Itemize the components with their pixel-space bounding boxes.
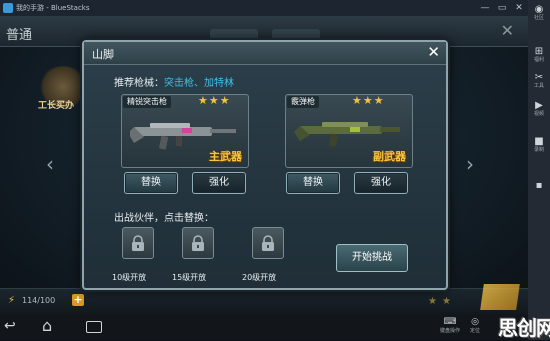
recommended-weapons: 推荐枪械：突击枪、加特林 — [114, 74, 234, 89]
star-icon: ★ — [442, 296, 451, 307]
replace-primary-button[interactable]: 替换 — [124, 172, 178, 194]
close-icon[interactable]: ✕ — [427, 43, 440, 61]
shotgun-icon — [294, 122, 400, 147]
partner-slot[interactable] — [122, 227, 154, 259]
slot-unlock-label: 15级开放 — [172, 273, 207, 282]
lock-icon — [132, 235, 144, 251]
keyboard-control-button[interactable]: ⌨ 键盘操作 — [440, 316, 460, 335]
upgrade-secondary-button[interactable]: 强化 — [354, 172, 408, 194]
secondary-weapon-card[interactable]: 霰弹枪 ★★★ 副武器 — [285, 94, 413, 168]
dialog-title: 山脚 — [92, 48, 114, 61]
tools-icon: ✂ — [534, 72, 544, 83]
primary-weapon-card[interactable]: 精锐突击枪 ★★★ 主武器 — [121, 94, 249, 168]
recents-icon[interactable] — [86, 321, 102, 333]
weapon-stars: ★★★ — [352, 94, 385, 107]
chevron-left-icon[interactable]: ‹ — [46, 152, 54, 176]
weapon-role: 副武器 — [373, 150, 406, 163]
keyboard-icon: ⌨ — [443, 317, 457, 327]
gift-icon: ⊞ — [534, 46, 544, 57]
recommended-label: 推荐枪械： — [114, 78, 164, 89]
right-sidebar: ◉ 社区 ⊞ 福利 ✂ 工具 ▶ 视频 ■ 录制 ▪ — [528, 0, 550, 340]
weapon-name: 霰弹枪 — [287, 96, 319, 108]
partner-slot[interactable] — [252, 227, 284, 259]
bg-page-title: 普通 — [6, 28, 33, 43]
weapon-stars: ★★★ — [198, 94, 231, 107]
mission-dialog: 山脚 ✕ 推荐枪械：突击枪、加特林 精锐突击枪 ★★★ 主武器 霰弹枪 ★★★ — [82, 40, 448, 290]
energy-value: 114/100 — [22, 296, 56, 305]
start-challenge-button[interactable]: 开始挑战 — [336, 244, 408, 272]
sidebar-item-community[interactable]: ◉ 社区 — [528, 4, 550, 21]
sidebar-item-gift[interactable]: ⊞ 福利 — [528, 46, 550, 63]
sidebar-item-more[interactable]: ▪ — [528, 180, 550, 191]
chevron-right-icon[interactable]: › — [466, 152, 474, 176]
star-icon: ★ — [428, 296, 437, 307]
community-icon: ◉ — [534, 4, 544, 15]
recommended-weapon-types: 突击枪、加特林 — [164, 78, 234, 89]
back-icon[interactable]: ↩ — [4, 318, 16, 334]
restore-icon[interactable]: ▭ — [495, 1, 509, 15]
gold-reward-icon — [480, 284, 520, 310]
android-nav-bar: ↩ ⌂ ⌨ 键盘操作 ◎ 定位 — [0, 314, 528, 340]
add-energy-button[interactable]: + — [72, 294, 84, 306]
partner-label: 出战伙伴，点击替换： — [114, 213, 214, 224]
partner-slot[interactable] — [182, 227, 214, 259]
dialog-header: 山脚 ✕ — [84, 42, 446, 65]
weapon-role: 主武器 — [209, 150, 242, 163]
sidebar-item-record[interactable]: ■ 录制 — [528, 136, 550, 153]
energy-icon: ⚡ — [8, 295, 16, 306]
close-icon[interactable]: ✕ — [501, 21, 514, 40]
lock-icon — [262, 235, 274, 251]
close-icon[interactable]: ✕ — [512, 1, 526, 15]
minimize-icon[interactable]: — — [478, 1, 492, 15]
app-icon — [3, 3, 13, 13]
replace-secondary-button[interactable]: 替换 — [286, 172, 340, 194]
assault-rifle-icon — [130, 123, 236, 150]
camera-icon: ■ — [534, 136, 544, 147]
stage-label: 工长买办 — [38, 101, 75, 111]
sidebar-item-video[interactable]: ▶ 视频 — [528, 100, 550, 117]
upgrade-primary-button[interactable]: 强化 — [192, 172, 246, 194]
home-icon[interactable]: ⌂ — [42, 316, 52, 335]
window-title: 我的手游 - BlueStacks — [16, 4, 90, 12]
sidebar-item-tools[interactable]: ✂ 工具 — [528, 72, 550, 89]
watermark-logo: 思创网 — [498, 316, 550, 340]
lock-icon — [192, 235, 204, 251]
video-icon: ▶ — [535, 100, 543, 111]
location-button[interactable]: ◎ 定位 — [470, 316, 480, 335]
more-icon: ▪ — [535, 180, 543, 191]
slot-unlock-label: 20级开放 — [242, 273, 277, 282]
weapon-name: 精锐突击枪 — [123, 96, 171, 108]
title-bar: 我的手游 - BlueStacks — ▭ ✕ — [0, 0, 528, 16]
slot-unlock-label: 10级开放 — [112, 273, 147, 282]
location-icon: ◎ — [471, 317, 479, 327]
